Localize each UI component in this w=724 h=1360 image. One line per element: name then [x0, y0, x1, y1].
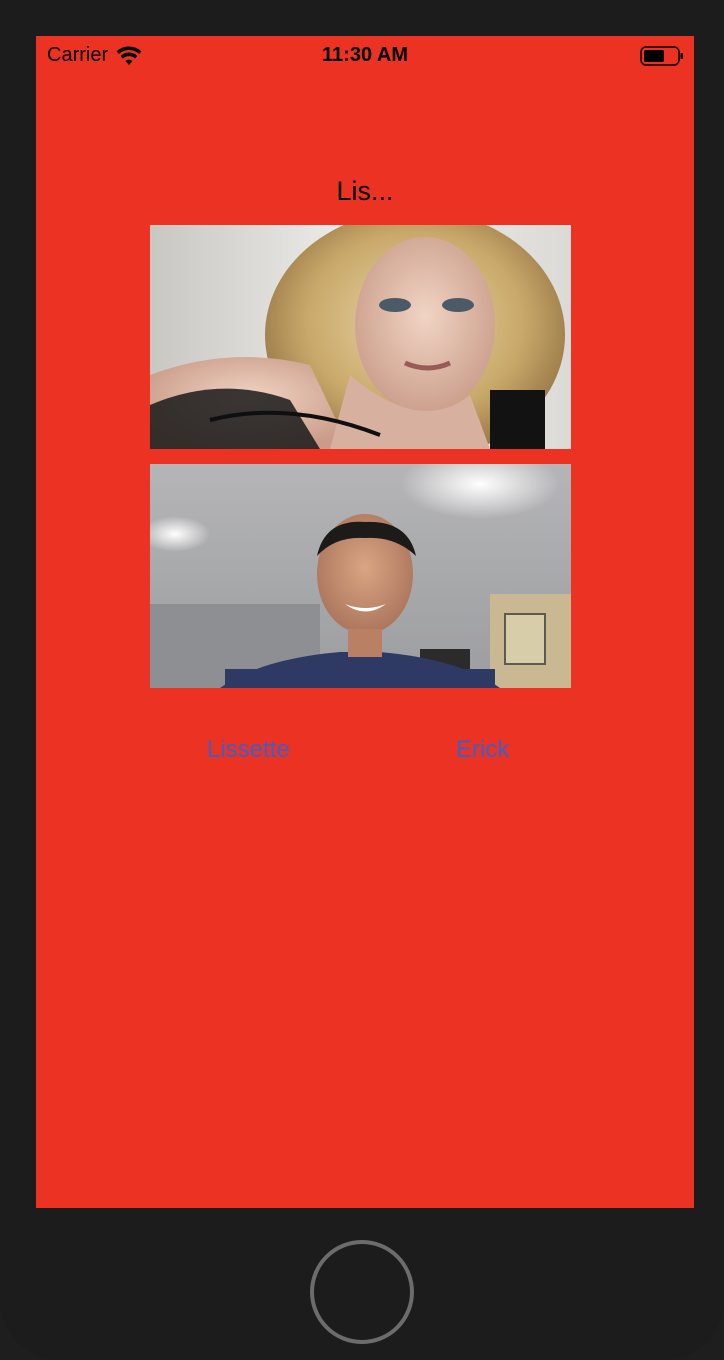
home-button[interactable] — [310, 1240, 414, 1344]
battery-icon — [640, 46, 683, 66]
portrait-photo-erick — [150, 464, 571, 688]
device-frame: Carrier 11:30 AM Lis... Lissette Erick — [0, 0, 724, 1360]
portrait-photo-lissette — [150, 225, 571, 449]
app-screen: Carrier 11:30 AM Lis... Lissette Erick — [36, 36, 694, 1208]
status-bar: Carrier 11:30 AM — [36, 36, 694, 76]
lissette-button[interactable]: Lissette — [207, 736, 290, 764]
page-title: Lis... — [336, 176, 394, 206]
clock: 11:30 AM — [322, 44, 408, 66]
photo-image — [150, 225, 571, 449]
photo-image — [150, 464, 571, 688]
erick-button[interactable]: Erick — [456, 736, 509, 764]
